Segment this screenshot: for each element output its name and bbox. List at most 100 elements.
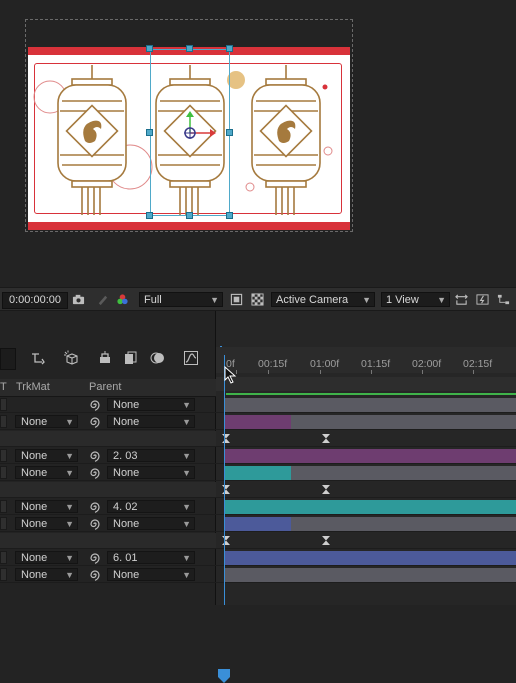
layer-duration-bar[interactable] — [224, 398, 516, 412]
column-trkmat[interactable]: TrkMat — [16, 381, 50, 393]
camera-snapshot-icon[interactable] — [72, 293, 85, 306]
track-row[interactable] — [216, 516, 516, 532]
layer-search-input[interactable] — [0, 348, 16, 370]
layer-switch[interactable] — [0, 449, 7, 462]
handle-middle-left[interactable] — [146, 129, 153, 136]
layer-row[interactable]: None ▼ — [0, 397, 216, 413]
handle-bottom-left[interactable] — [146, 212, 153, 219]
pick-whip-icon[interactable] — [88, 415, 102, 429]
graph-editor-icon[interactable] — [183, 350, 199, 366]
fast-previews-icon[interactable] — [476, 293, 489, 306]
pick-whip-icon[interactable] — [88, 398, 102, 412]
layer-switch[interactable] — [0, 415, 7, 428]
resolution-select[interactable]: Full ▼ — [139, 292, 223, 307]
track-row[interactable] — [216, 499, 516, 515]
motion-blur-icon[interactable] — [150, 350, 166, 366]
pick-whip-icon[interactable] — [88, 500, 102, 514]
layer-row[interactable]: None ▼ None ▼ — [0, 465, 216, 481]
track-row[interactable] — [216, 482, 516, 498]
trkmat-select[interactable]: None ▼ — [15, 466, 78, 479]
composition-viewer[interactable] — [0, 0, 516, 287]
layer-duration-bar[interactable] — [224, 415, 291, 429]
parent-select[interactable]: 2. 03 ▼ — [107, 449, 195, 462]
trkmat-select[interactable]: None ▼ — [15, 415, 78, 428]
handle-bottom-center[interactable] — [186, 212, 193, 219]
frame-blending-icon[interactable] — [123, 350, 139, 366]
layer-duration-bar[interactable] — [224, 568, 516, 582]
layer-row[interactable]: None ▼ None ▼ — [0, 567, 216, 583]
lantern-right[interactable] — [246, 65, 326, 217]
layer-switch[interactable] — [0, 517, 7, 530]
handle-middle-right[interactable] — [226, 129, 233, 136]
track-row[interactable] — [216, 431, 516, 447]
layer-row[interactable]: None ▼ 2. 03 ▼ — [0, 448, 216, 464]
track-row[interactable] — [216, 397, 516, 413]
camera-view-select[interactable]: Active Camera ▼ — [271, 292, 375, 307]
pick-whip-icon[interactable] — [88, 517, 102, 531]
keyframe-icon[interactable] — [322, 485, 330, 494]
pick-whip-icon[interactable] — [88, 449, 102, 463]
handle-bottom-right[interactable] — [226, 212, 233, 219]
pick-whip-icon[interactable] — [88, 568, 102, 582]
parent-select[interactable]: None ▼ — [107, 517, 195, 530]
layer-row[interactable] — [0, 533, 216, 549]
current-time-display[interactable]: 0:00:00:00 — [2, 292, 68, 309]
layer-row[interactable]: None ▼ None ▼ — [0, 516, 216, 532]
layer-row[interactable] — [0, 431, 216, 447]
layer-switch[interactable] — [0, 398, 7, 411]
trkmat-select[interactable]: None ▼ — [15, 551, 78, 564]
track-row[interactable] — [216, 567, 516, 583]
parent-select[interactable]: None ▼ — [107, 398, 195, 411]
transform-gizmo[interactable] — [172, 111, 220, 151]
time-navigator[interactable] — [216, 377, 516, 391]
layer-row[interactable]: None ▼ 6. 01 ▼ — [0, 550, 216, 566]
pick-whip-icon[interactable] — [88, 551, 102, 565]
show-snapshot-icon[interactable] — [96, 293, 109, 306]
column-parent[interactable]: Parent — [89, 381, 121, 393]
parent-select[interactable]: 4. 02 ▼ — [107, 500, 195, 513]
layer-duration-bar[interactable] — [224, 449, 516, 463]
layer-row[interactable] — [0, 482, 216, 498]
current-time-indicator-head[interactable] — [218, 669, 230, 683]
trkmat-select[interactable]: None ▼ — [15, 500, 78, 513]
lantern-left[interactable] — [52, 65, 132, 217]
layer-row[interactable]: None ▼ 4. 02 ▼ — [0, 499, 216, 515]
layer-switch[interactable] — [0, 466, 7, 479]
column-t[interactable]: T — [0, 381, 7, 393]
layer-switch[interactable] — [0, 551, 7, 564]
region-of-interest-icon[interactable] — [230, 293, 243, 306]
trkmat-select[interactable]: None ▼ — [15, 449, 78, 462]
keyframe-icon[interactable] — [322, 536, 330, 545]
track-row[interactable] — [216, 533, 516, 549]
track-row[interactable] — [216, 465, 516, 481]
layer-row[interactable]: None ▼ None ▼ — [0, 414, 216, 430]
current-time-indicator[interactable] — [224, 355, 225, 605]
parent-select[interactable]: 6. 01 ▼ — [107, 551, 195, 564]
time-graph[interactable]: 0f 00:15f 01:00f 01:15f 02:00f 02:15f — [216, 311, 516, 605]
layer-duration-bar[interactable] — [224, 551, 516, 565]
handle-top-center[interactable] — [186, 45, 193, 52]
layer-switch[interactable] — [0, 568, 7, 581]
track-row[interactable] — [216, 414, 516, 430]
view-layout-select[interactable]: 1 View ▼ — [381, 292, 450, 307]
handle-top-left[interactable] — [146, 45, 153, 52]
layer-duration-bar[interactable] — [224, 500, 516, 514]
parent-select[interactable]: None ▼ — [107, 568, 195, 581]
parent-select[interactable]: None ▼ — [107, 415, 195, 428]
flowchart-icon[interactable] — [497, 293, 510, 306]
keyframe-icon[interactable] — [322, 434, 330, 443]
trkmat-select[interactable]: None ▼ — [15, 517, 78, 530]
draft-3d-icon[interactable] — [63, 350, 79, 366]
layer-duration-bar[interactable] — [224, 466, 291, 480]
parent-select[interactable]: None ▼ — [107, 466, 195, 479]
transparency-grid-icon[interactable] — [251, 293, 264, 306]
track-row[interactable] — [216, 448, 516, 464]
channel-rgb-icon[interactable] — [116, 293, 129, 306]
composition-mini-flowchart-icon[interactable] — [30, 350, 46, 366]
layer-switch[interactable] — [0, 500, 7, 513]
trkmat-select[interactable]: None ▼ — [15, 568, 78, 581]
layer-duration-bar[interactable] — [224, 517, 291, 531]
handle-top-right[interactable] — [226, 45, 233, 52]
pick-whip-icon[interactable] — [88, 466, 102, 480]
track-row[interactable] — [216, 550, 516, 566]
